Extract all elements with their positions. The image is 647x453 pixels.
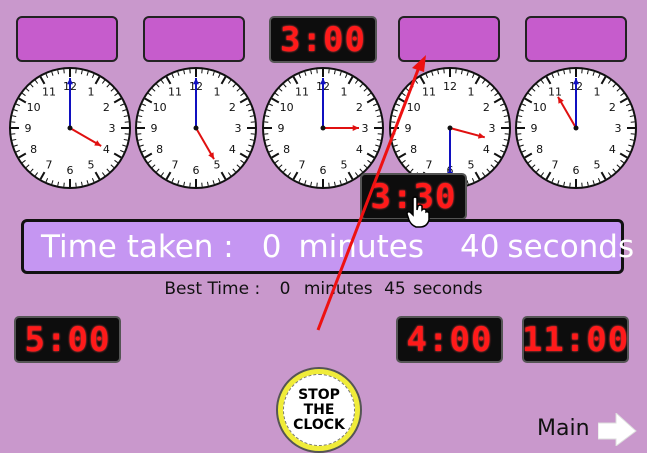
stop-line-2: THE xyxy=(293,403,345,418)
clock-numeral: 7 xyxy=(172,158,179,171)
time-taken-seconds-unit: seconds xyxy=(507,229,634,265)
clock-numeral: 9 xyxy=(151,122,158,135)
clock-numeral: 11 xyxy=(422,86,436,99)
clock-numeral: 7 xyxy=(46,158,53,171)
clock-numeral: 3 xyxy=(235,122,242,135)
clock-numeral: 1 xyxy=(341,86,348,99)
clock-center xyxy=(574,126,579,131)
clock-numeral: 3 xyxy=(489,122,496,135)
answer-slot-5[interactable] xyxy=(525,16,627,62)
clock-numeral: 6 xyxy=(193,164,200,177)
clock-numeral: 11 xyxy=(42,86,56,99)
clock-numeral: 2 xyxy=(609,101,616,114)
clock-numeral: 3 xyxy=(109,122,116,135)
clock-numeral: 11 xyxy=(295,86,309,99)
answer-slot-2[interactable] xyxy=(143,16,245,62)
time-card-11-00[interactable]: 11:00 xyxy=(522,316,629,363)
clock-numeral: 11 xyxy=(168,86,182,99)
clock-numeral: 8 xyxy=(283,143,290,156)
time-taken-minutes: 0 xyxy=(262,229,282,265)
clock-center xyxy=(194,126,199,131)
clock-numeral: 5 xyxy=(341,158,348,171)
arrow-right-icon[interactable] xyxy=(598,413,638,446)
clock-numeral: 5 xyxy=(214,158,221,171)
clock-numeral: 1 xyxy=(214,86,221,99)
clock-numeral: 3 xyxy=(615,122,622,135)
clock-numeral: 3 xyxy=(362,122,369,135)
time-taken-minutes-unit: minutes xyxy=(298,229,423,265)
analog-clock-2: 123456789101112 xyxy=(134,66,258,190)
clock-numeral: 8 xyxy=(536,143,543,156)
clock-numeral: 4 xyxy=(483,143,490,156)
analog-clock-5: 123456789101112 xyxy=(514,66,638,190)
clock-center xyxy=(321,126,326,131)
clock-numeral: 5 xyxy=(594,158,601,171)
analog-clock-4: 123456789101112 xyxy=(388,66,512,190)
clock-numeral: 6 xyxy=(67,164,74,177)
answer-slot-3-filled[interactable]: 3:00 xyxy=(269,16,377,63)
clock-center xyxy=(68,126,73,131)
clock-numeral: 10 xyxy=(27,101,41,114)
clock-numeral: 2 xyxy=(356,101,363,114)
clock-numeral: 9 xyxy=(405,122,412,135)
main-link-label: Main xyxy=(537,416,590,441)
clock-numeral: 1 xyxy=(88,86,95,99)
clock-numeral: 8 xyxy=(410,143,417,156)
clock-numeral: 4 xyxy=(356,143,363,156)
best-time-minutes: 0 xyxy=(280,279,291,299)
analog-clock-3: 123456789101112 xyxy=(261,66,385,190)
best-time-seconds: 45 xyxy=(384,279,406,299)
clock-numeral: 11 xyxy=(548,86,562,99)
clock-numeral: 5 xyxy=(88,158,95,171)
dragging-time-card[interactable]: 3:30 xyxy=(360,173,467,220)
time-card-4-00[interactable]: 4:00 xyxy=(396,316,503,363)
clock-numeral: 2 xyxy=(103,101,110,114)
clock-numeral: 8 xyxy=(156,143,163,156)
clock-numeral: 1 xyxy=(468,86,475,99)
clock-numeral: 1 xyxy=(594,86,601,99)
stop-button-face: STOP THE CLOCK xyxy=(283,374,355,446)
clock-numeral: 6 xyxy=(573,164,580,177)
time-taken-label: Time taken : xyxy=(41,229,234,265)
stop-the-clock-button[interactable]: STOP THE CLOCK xyxy=(276,367,362,453)
clock-numeral: 10 xyxy=(280,101,294,114)
stop-line-3: CLOCK xyxy=(293,418,345,433)
clock-numeral: 4 xyxy=(103,143,110,156)
clock-numeral: 7 xyxy=(426,158,433,171)
best-time-label: Best Time : xyxy=(164,279,260,299)
clock-numeral: 12 xyxy=(443,80,457,93)
clock-numeral: 10 xyxy=(407,101,421,114)
clock-numeral: 8 xyxy=(30,143,37,156)
clock-numeral: 7 xyxy=(299,158,306,171)
clock-numeral: 5 xyxy=(468,158,475,171)
answer-slot-4[interactable] xyxy=(398,16,500,62)
clock-center xyxy=(448,126,453,131)
time-taken-display: Time taken : 0 minutes 40 seconds xyxy=(21,219,624,274)
clock-numeral: 6 xyxy=(320,164,327,177)
clock-numeral: 2 xyxy=(229,101,236,114)
clock-numeral: 10 xyxy=(153,101,167,114)
clock-numeral: 9 xyxy=(25,122,32,135)
clock-numeral: 4 xyxy=(229,143,236,156)
clock-numeral: 10 xyxy=(533,101,547,114)
best-time-minutes-unit: minutes xyxy=(304,279,373,299)
time-taken-seconds: 40 xyxy=(460,229,499,265)
main-menu-link[interactable]: Main xyxy=(537,416,590,441)
clock-numeral: 9 xyxy=(278,122,285,135)
analog-clock-1: 123456789101112 xyxy=(8,66,132,190)
clock-numeral: 4 xyxy=(609,143,616,156)
clock-numeral: 7 xyxy=(552,158,559,171)
clock-numeral: 2 xyxy=(483,101,490,114)
best-time: Best Time : 0 minutes 45 seconds xyxy=(0,279,647,299)
stop-line-1: STOP xyxy=(293,388,345,403)
answer-slot-1[interactable] xyxy=(16,16,118,62)
time-card-5-00[interactable]: 5:00 xyxy=(14,316,121,363)
clock-numeral: 9 xyxy=(531,122,538,135)
best-time-seconds-unit: seconds xyxy=(413,279,483,299)
